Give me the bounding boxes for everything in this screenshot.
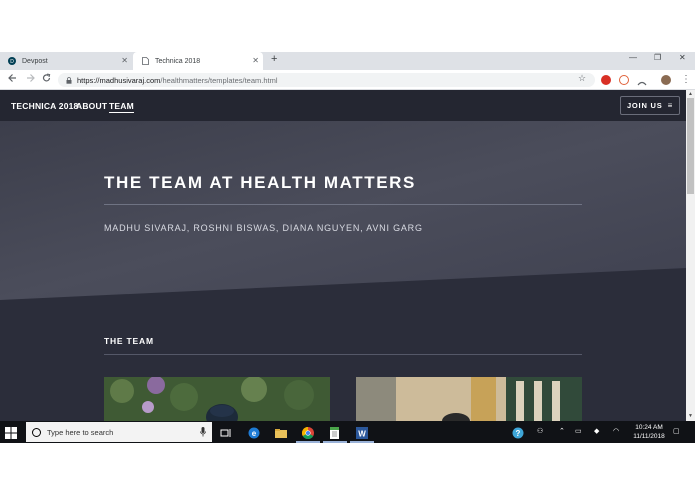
mirror-icon[interactable] xyxy=(637,75,647,86)
team-photo-2 xyxy=(356,377,582,421)
people-icon[interactable]: ⚇ xyxy=(537,427,543,435)
lock-icon xyxy=(66,76,72,84)
page-title: THE TEAM AT HEALTH MATTERS xyxy=(104,173,416,192)
tray-expand-icon[interactable]: ⌃ xyxy=(559,427,565,435)
task-view-icon[interactable] xyxy=(220,426,232,438)
extension-icon[interactable] xyxy=(619,75,629,85)
taskbar-clock[interactable]: 10:24 AM 11/11/2018 xyxy=(629,423,669,441)
help-icon[interactable]: ? xyxy=(512,426,524,439)
section-divider xyxy=(104,354,582,355)
file-explorer-icon[interactable] xyxy=(275,426,287,438)
windows-start-icon[interactable] xyxy=(5,426,17,439)
hero-background xyxy=(0,90,686,421)
bottom-margin xyxy=(0,443,695,494)
windows-taskbar: Type here to search e W ? ⚇ ⌃ ▭ ◆ ◠ 10:2… xyxy=(0,421,695,443)
hamburger-menu-icon: ≡ xyxy=(667,101,674,110)
svg-text:W: W xyxy=(358,430,366,439)
join-us-button[interactable]: JOIN US ≡ xyxy=(620,96,680,115)
wifi-icon[interactable]: ◠ xyxy=(613,427,619,435)
chrome-icon[interactable] xyxy=(301,426,314,440)
adblock-icon[interactable] xyxy=(601,75,611,85)
tab-technica[interactable]: Technica 2018 ✕ xyxy=(133,52,263,70)
tab-label: Devpost xyxy=(22,57,48,65)
url-field[interactable]: https://madhusivaraj.com/healthmatters/t… xyxy=(58,73,595,87)
battery-icon[interactable]: ▭ xyxy=(575,427,582,435)
team-photo-1 xyxy=(104,377,330,421)
tab-devpost[interactable]: D Devpost ✕ xyxy=(0,52,132,70)
new-tab-button[interactable]: + xyxy=(271,53,277,65)
back-arrow-icon[interactable] xyxy=(8,73,17,86)
taskbar-search-box[interactable]: Type here to search xyxy=(26,422,212,442)
tab-close-icon[interactable]: ✕ xyxy=(121,56,128,65)
browser-tab-strip: D Devpost ✕ Technica 2018 ✕ xyxy=(0,52,695,70)
restore-button[interactable]: ❐ xyxy=(654,53,661,62)
join-us-label: JOIN US xyxy=(626,101,663,110)
tab-close-icon[interactable]: ✕ xyxy=(252,56,259,65)
dropbox-icon[interactable]: ◆ xyxy=(594,427,599,435)
nav-brand-link[interactable]: TECHNICA 2018 xyxy=(11,101,78,111)
top-margin xyxy=(0,0,695,52)
scroll-down-arrow-icon[interactable]: ▼ xyxy=(688,413,693,419)
clock-date: 11/11/2018 xyxy=(633,433,665,440)
site-navbar: TECHNICA 2018 ABOUT TEAM JOIN US ≡ xyxy=(0,90,686,121)
cortana-icon xyxy=(32,427,41,437)
svg-text:e: e xyxy=(252,429,257,438)
clock-time: 10:24 AM xyxy=(635,424,663,431)
word-icon[interactable]: W xyxy=(356,426,368,439)
scroll-up-arrow-icon[interactable]: ▲ xyxy=(688,91,693,97)
page-scrollbar[interactable]: ▲ ▼ xyxy=(686,90,695,421)
address-bar-row: https://madhusivaraj.com/healthmatters/t… xyxy=(0,70,695,90)
web-page: TECHNICA 2018 ABOUT TEAM JOIN US ≡ THE T… xyxy=(0,90,686,421)
nav-about-link[interactable]: ABOUT xyxy=(76,101,107,111)
nav-team-link[interactable]: TEAM xyxy=(109,101,134,113)
minimize-button[interactable]: — xyxy=(629,53,637,62)
notifications-icon[interactable]: ▢ xyxy=(673,427,680,435)
microphone-icon[interactable] xyxy=(200,427,206,439)
scroll-thumb[interactable] xyxy=(687,98,694,194)
svg-text:D: D xyxy=(10,59,14,65)
search-placeholder: Type here to search xyxy=(47,427,114,437)
edge-icon[interactable]: e xyxy=(248,426,260,439)
hero-divider xyxy=(104,204,582,205)
devpost-favicon-icon: D xyxy=(8,57,16,65)
tab-label: Technica 2018 xyxy=(155,57,201,65)
url-host: https://madhusivaraj.com xyxy=(77,75,161,85)
svg-text:?: ? xyxy=(516,429,521,438)
url-path: /healthmatters/templates/team.html xyxy=(160,75,278,85)
section-title: THE TEAM xyxy=(104,336,154,346)
page-favicon-icon xyxy=(141,57,149,65)
reload-icon[interactable] xyxy=(42,73,51,86)
team-members-subtitle: MADHU SIVARAJ, ROSHNI BISWAS, DIANA NGUY… xyxy=(104,223,423,233)
bookmark-star-icon[interactable]: ☆ xyxy=(578,73,586,84)
profile-avatar[interactable] xyxy=(661,75,671,85)
browser-menu-icon[interactable]: ⋮ xyxy=(681,74,691,85)
forward-arrow-icon[interactable] xyxy=(26,73,35,86)
close-window-button[interactable]: ✕ xyxy=(679,53,686,62)
notepad-icon[interactable] xyxy=(329,426,341,439)
